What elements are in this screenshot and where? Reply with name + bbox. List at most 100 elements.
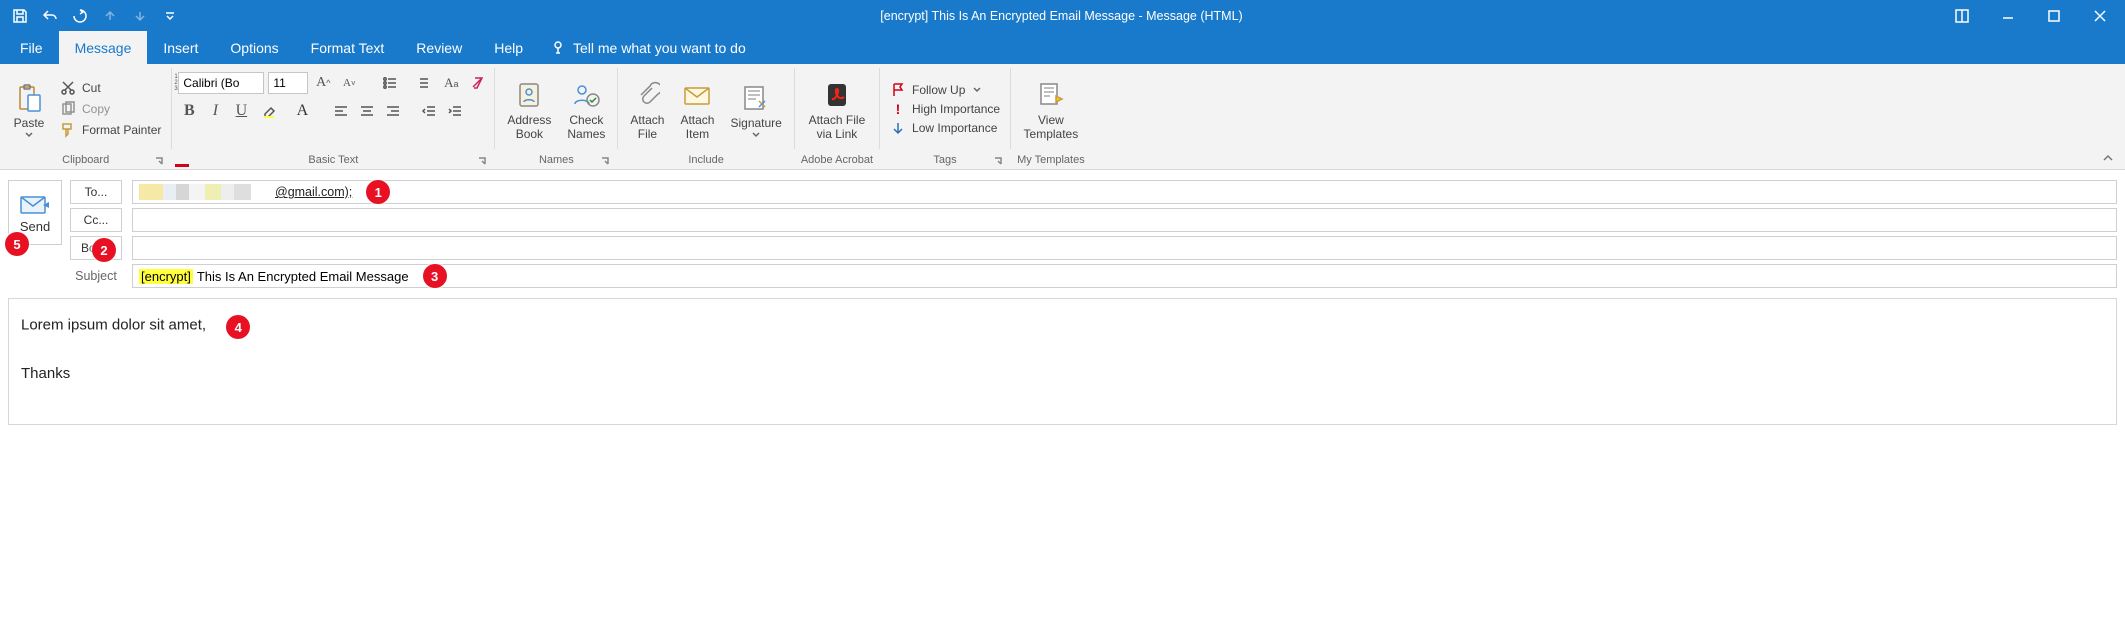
low-importance-button[interactable]: Low Importance [886,119,1004,137]
title-bar: [encrypt] This Is An Encrypted Email Mes… [0,0,2125,31]
group-names: Address Book Check Names Names [495,64,617,169]
bcc-field[interactable] [132,236,2117,260]
highlight-icon[interactable] [256,100,284,122]
paste-icon [13,82,45,114]
group-label-adobe: Adobe Acrobat [801,154,873,166]
group-adobe-acrobat: Attach File via Link Adobe Acrobat [795,64,879,169]
exclamation-icon: ! [890,101,906,117]
font-family-select[interactable] [178,72,264,94]
cc-button[interactable]: Cc... [70,208,122,232]
group-label-names: Names [539,154,574,166]
annotation-5: 5 [5,232,29,256]
names-launcher-icon[interactable] [599,155,611,167]
flag-icon [890,82,906,98]
numbering-icon[interactable]: 123 [408,72,436,94]
tab-message[interactable]: Message [59,31,148,64]
ribbon-tabs: File Message Insert Options Format Text … [0,31,2125,64]
adobe-pdf-icon [821,79,853,111]
copy-button[interactable]: Copy [56,99,165,119]
group-label-my-templates: My Templates [1017,154,1085,166]
redo-icon[interactable] [66,3,94,29]
italic-icon[interactable]: I [204,100,226,122]
maximize-icon[interactable] [2031,0,2077,31]
arrow-down-icon [890,120,906,136]
align-left-icon[interactable] [330,100,352,122]
align-right-icon[interactable] [382,100,404,122]
font-color-icon[interactable]: A [288,100,316,122]
check-names-button[interactable]: Check Names [561,75,611,143]
undo-icon[interactable] [36,3,64,29]
format-painter-icon [60,122,76,138]
tags-launcher-icon[interactable] [992,155,1004,167]
underline-icon[interactable]: U [230,100,252,122]
shrink-font-icon[interactable]: A˅ [338,72,360,94]
attach-item-icon [681,79,713,111]
grow-font-icon[interactable]: A^ [312,72,334,94]
cc-field[interactable] [132,208,2117,232]
save-icon[interactable] [6,3,34,29]
to-field[interactable]: @gmail.com); 1 [132,180,2117,204]
group-label-clipboard: Clipboard [62,154,109,166]
attach-via-link-button[interactable]: Attach File via Link [803,75,872,143]
ribbon-display-options-icon[interactable] [1939,0,1985,31]
send-icon [19,195,51,215]
attach-file-button[interactable]: Attach File [624,75,670,143]
message-body[interactable]: Lorem ipsum dolor sit amet, 4 Thanks [8,298,2117,425]
prev-item-icon [96,3,124,29]
decrease-indent-icon[interactable] [418,100,440,122]
basic-text-launcher-icon[interactable] [476,155,488,167]
clipboard-launcher-icon[interactable] [153,155,165,167]
subject-field[interactable]: [encrypt] This Is An Encrypted Email Mes… [132,264,2117,288]
align-center-icon[interactable] [356,100,378,122]
tab-review[interactable]: Review [400,31,478,64]
tab-format-text[interactable]: Format Text [295,31,401,64]
to-email-suffix: @gmail.com); [275,185,352,199]
tab-insert[interactable]: Insert [147,31,214,64]
view-templates-button[interactable]: View Templates [1018,75,1085,143]
paste-button[interactable]: Paste [6,78,52,140]
scissors-icon [60,80,76,96]
qat-customize-icon[interactable] [156,3,184,29]
collapse-ribbon-icon[interactable] [2099,151,2117,165]
follow-up-button[interactable]: Follow Up [886,81,1004,99]
cut-button[interactable]: Cut [56,78,165,98]
group-clipboard: Paste Cut Copy [0,64,171,169]
next-item-icon [126,3,154,29]
high-importance-button[interactable]: ! High Importance [886,100,1004,118]
group-label-include: Include [688,154,723,166]
attach-item-button[interactable]: Attach Item [674,75,720,143]
increase-indent-icon[interactable] [444,100,466,122]
clear-formatting-icon[interactable] [466,72,488,94]
group-include: Attach File Attach Item Signature Includ… [618,64,793,169]
group-label-basic-text: Basic Text [308,154,358,166]
window-title: [encrypt] This Is An Encrypted Email Mes… [184,9,1939,23]
tab-file[interactable]: File [4,31,59,64]
tab-options[interactable]: Options [214,31,294,64]
tab-help[interactable]: Help [478,31,539,64]
ribbon: Paste Cut Copy [0,64,2125,170]
minimize-icon[interactable] [1985,0,2031,31]
subject-encrypt-tag: [encrypt] [139,269,193,284]
bullets-icon[interactable] [376,72,404,94]
font-size-select[interactable] [268,72,308,94]
send-button[interactable]: Send 5 [8,180,62,245]
signature-button[interactable]: Signature [724,78,787,140]
annotation-2: 2 [92,238,116,262]
copy-icon [60,101,76,117]
tell-me-label: Tell me what you want to do [573,40,746,56]
font-dialog-icon[interactable]: Aa [440,72,462,94]
subject-label: Subject [70,264,122,288]
annotation-4: 4 [226,315,250,339]
close-icon[interactable] [2077,0,2123,31]
group-basic-text: A^ A˅ 123 Aa B I U A [172,64,494,169]
format-painter-button[interactable]: Format Painter [56,120,165,140]
bold-icon[interactable]: B [178,100,200,122]
check-names-icon [570,79,602,111]
quick-access-toolbar [0,3,184,29]
tell-me-search[interactable]: Tell me what you want to do [539,31,746,64]
body-line-1: Lorem ipsum dolor sit amet, [21,317,206,334]
address-book-button[interactable]: Address Book [501,75,557,143]
group-my-templates: View Templates My Templates [1011,64,1091,169]
to-button[interactable]: To... [70,180,122,204]
compose-header: Send 5 To... Cc... Bcc... Subject 2 @gma… [0,170,2125,294]
